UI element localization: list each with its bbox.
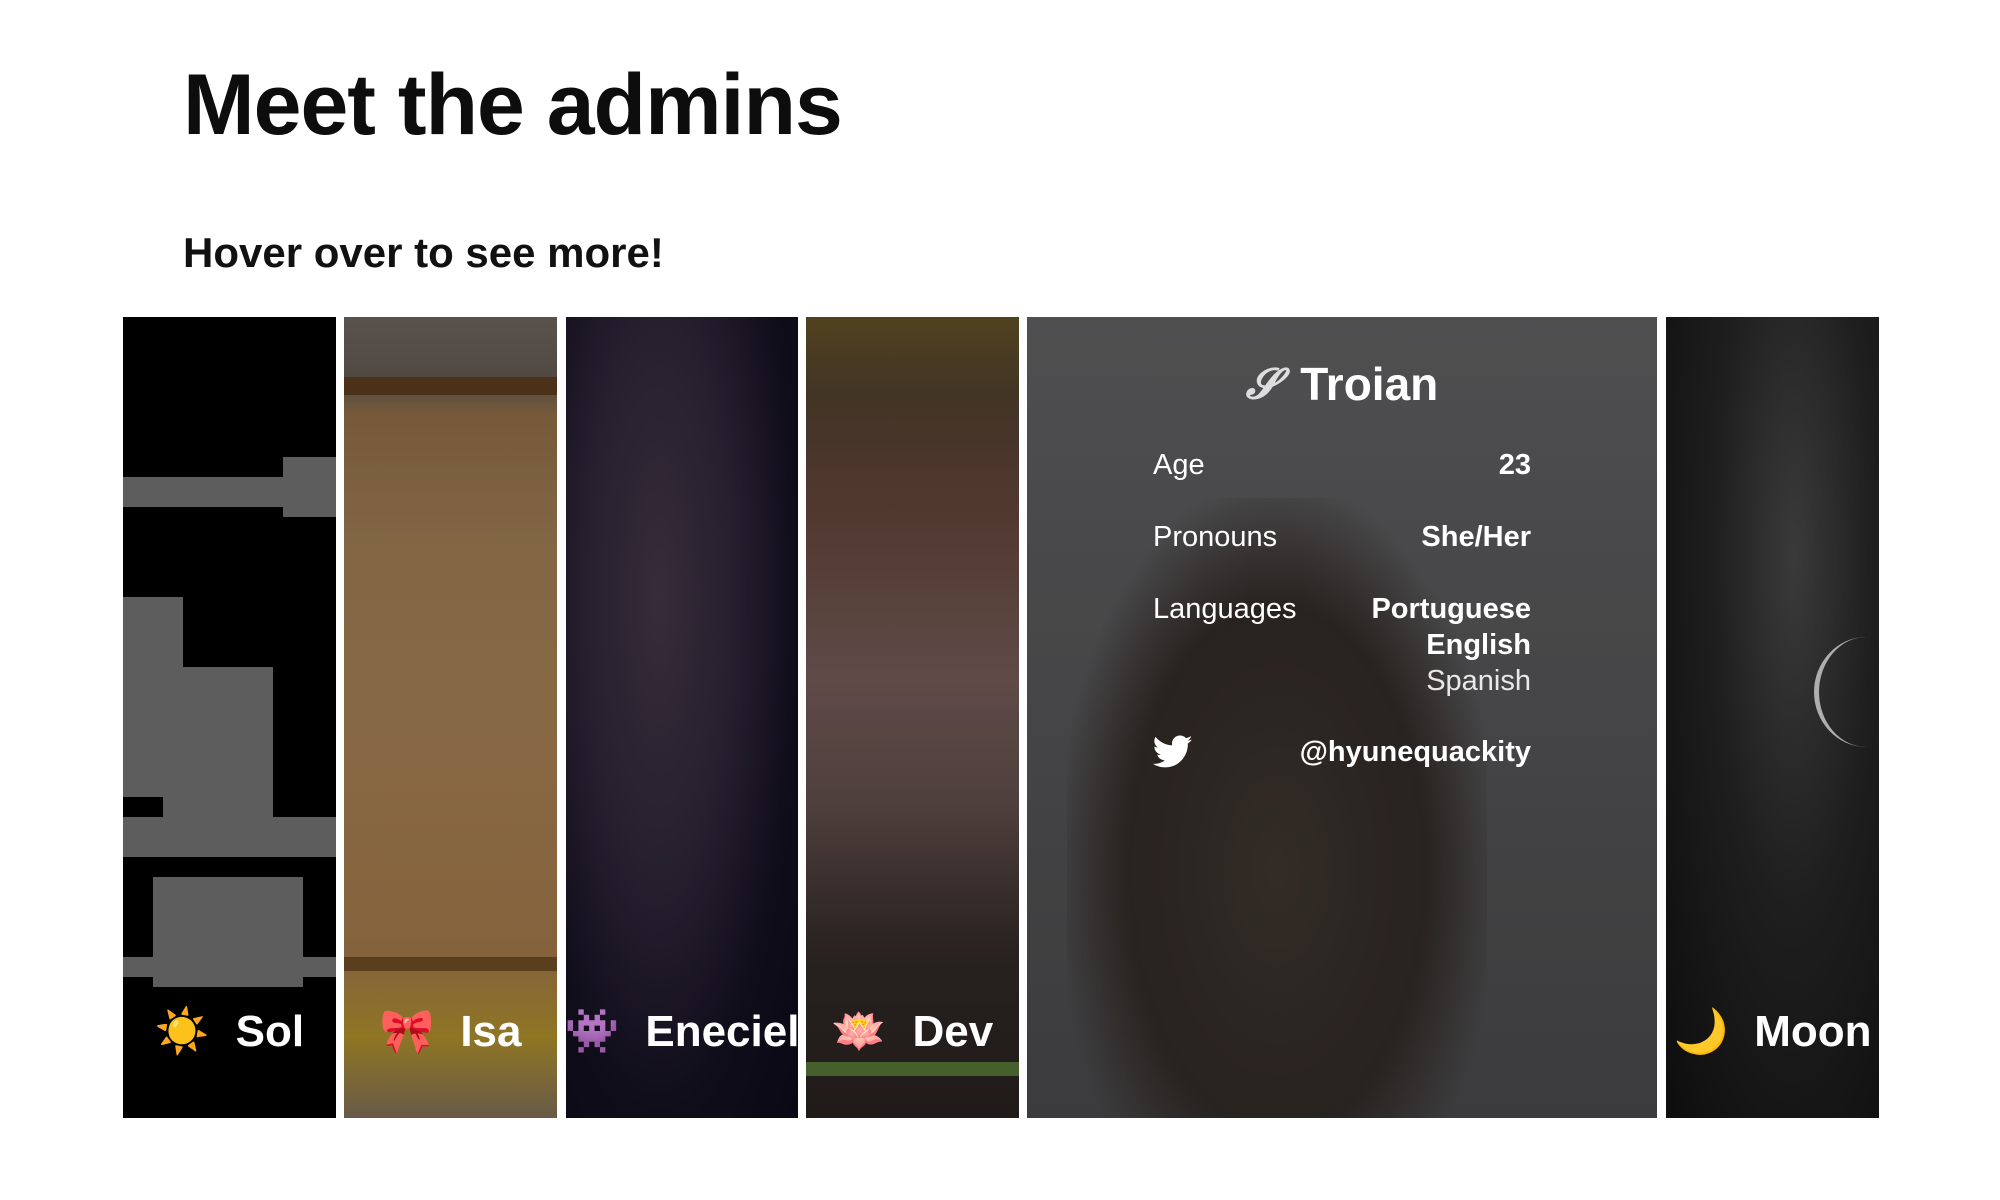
moon-image [1814,637,1879,747]
admin-name: Eneciel [645,1007,798,1056]
admin-card-sol[interactable]: ☀️ Sol [123,317,336,1118]
detail-row-pronouns: Pronouns She/Her [1153,519,1531,555]
admin-name-label: 🌙 Moon [1666,1007,1879,1057]
admin-name: Dev [912,1007,994,1056]
admin-card-background [1666,317,1879,1118]
admin-card-eneciel[interactable]: 👾 Eneciel [566,317,798,1118]
page-subtitle: Hover over to see more! [183,229,664,276]
admin-name-label: 🎀 Isa [344,1007,557,1057]
detail-row-languages: Languages Portuguese English Spanish [1153,591,1531,699]
admin-name: Moon [1754,1007,1872,1056]
admin-card-moon[interactable]: 🌙 Moon [1666,317,1879,1118]
twitter-handle[interactable]: @hyunequackity [1300,736,1531,769]
snake-icon: 𝓢 [1245,359,1279,408]
detail-row-age: Age 23 [1153,447,1531,483]
admins-page: Meet the admins Hover over to see more! … [0,0,2000,1200]
detail-value: She/Her [1421,521,1531,553]
language-item: English [1426,629,1531,661]
detail-label: Age [1153,449,1205,481]
lotus-icon: 🪷 [831,1007,887,1056]
detail-label: Pronouns [1153,521,1278,553]
admin-name-label: 🪷 Dev [806,1007,1019,1057]
crescent-moon-icon: 🌙 [1673,1007,1729,1056]
languages-list: Portuguese English Spanish [1371,591,1531,699]
twitter-link[interactable]: @hyunequackity [1153,735,1531,769]
admin-card-header: 𝓢 Troian [1027,357,1657,411]
admin-name-label: 👾 Eneciel [566,1007,798,1057]
detail-label: Languages [1153,593,1297,625]
detail-value: 23 [1498,449,1531,481]
language-item: Spanish [1426,665,1531,697]
admin-name: Isa [460,1007,522,1056]
language-item: Portuguese [1371,593,1531,625]
twitter-bird-icon[interactable] [1153,735,1193,769]
admin-name-label: ☀️ Sol [123,1007,336,1057]
ribbon-icon: 🎀 [379,1007,435,1056]
admin-details: Age 23 Pronouns She/Her Languages Portug… [1153,447,1531,769]
sun-icon: ☀️ [154,1007,210,1056]
admin-name: Sol [235,1007,305,1056]
alien-monster-icon: 👾 [566,1007,620,1056]
admin-card-troian[interactable]: 𝓢 Troian Age 23 Pronouns She/Her Languag… [1027,317,1657,1118]
admin-name: Troian [1300,358,1439,410]
admin-card-isa[interactable]: 🎀 Isa [344,317,557,1118]
admin-card-dev[interactable]: 🪷 Dev [806,317,1019,1118]
page-title: Meet the admins [183,57,843,153]
